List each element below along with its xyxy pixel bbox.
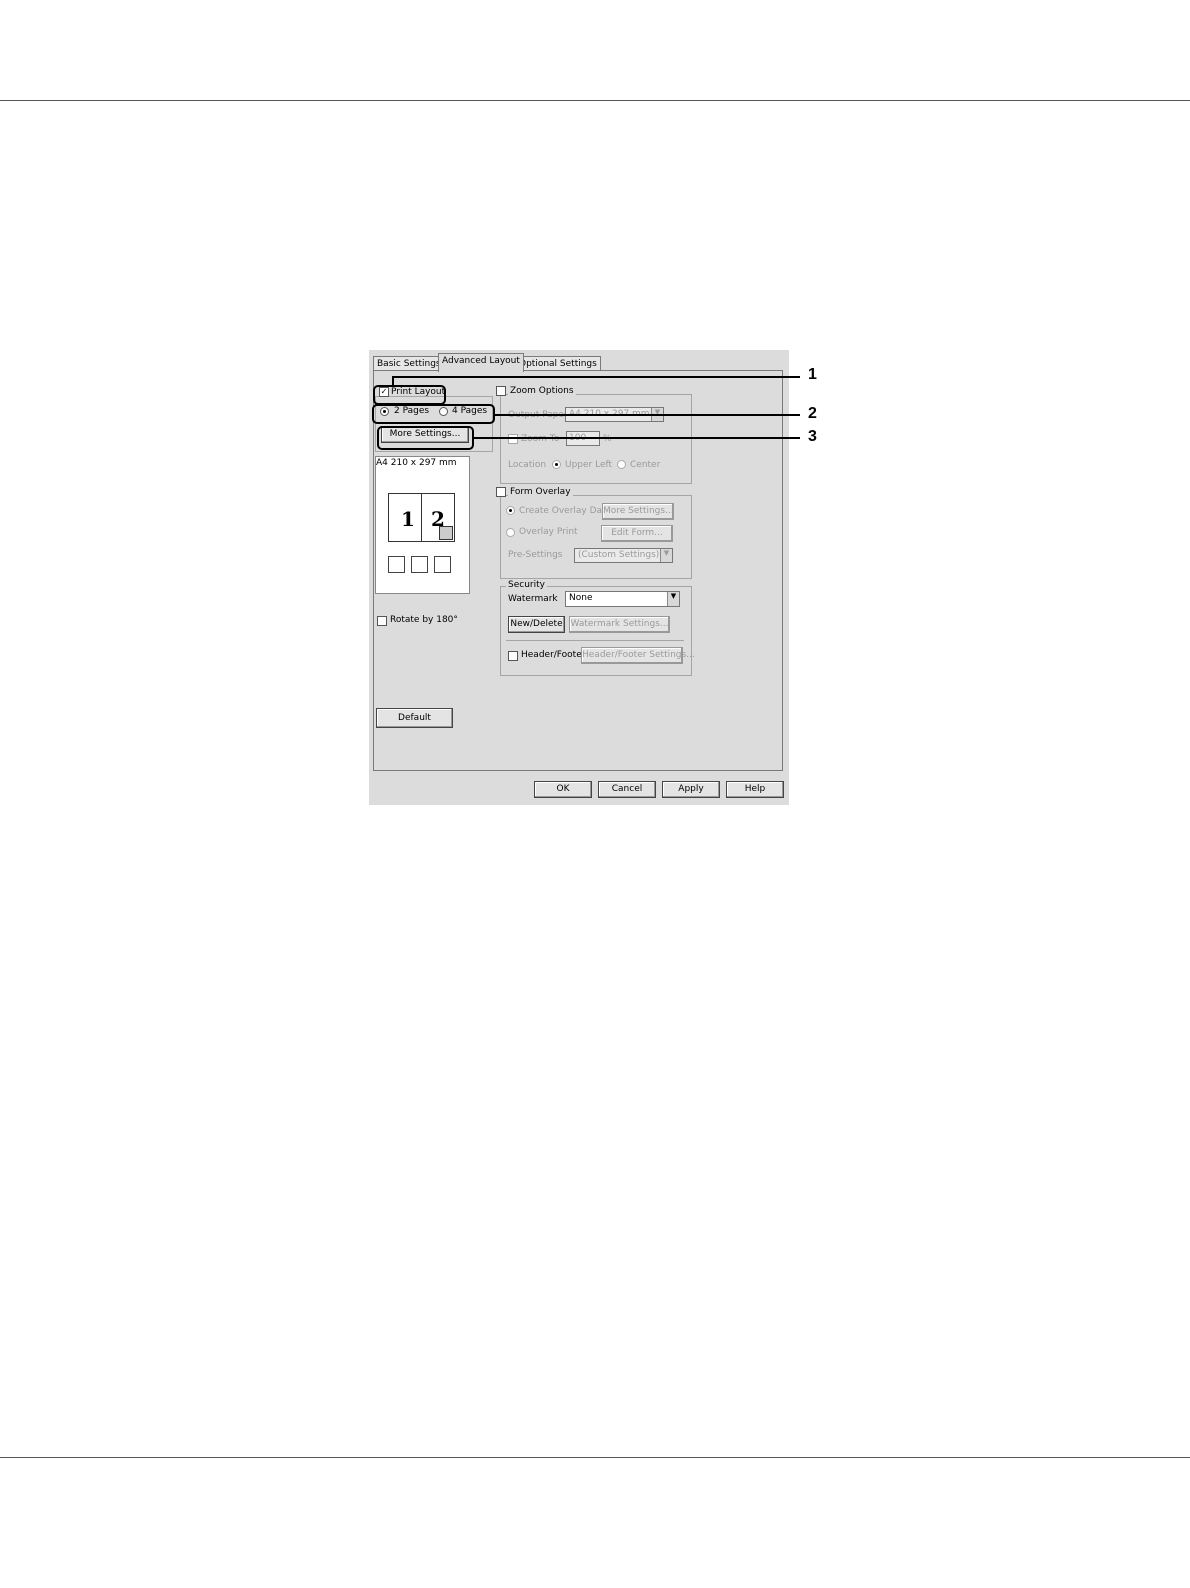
upper-left-label: Upper Left [565, 460, 613, 470]
header-footer-label: Header/Footer [521, 650, 586, 660]
preview-divider [421, 494, 422, 541]
callout-number-2: 2 [808, 405, 817, 422]
header-footer-settings-button[interactable]: Header/Footer Settings... [581, 647, 695, 664]
center-label: Center [630, 460, 661, 470]
create-overlay-label: Create Overlay Data [519, 506, 612, 516]
zoom-options-label: Zoom Options [508, 386, 576, 396]
header-footer-checkbox[interactable] [508, 651, 518, 661]
zoom-unit: % [603, 434, 612, 444]
callout-line-2 [493, 414, 800, 416]
callout-line-3 [472, 437, 800, 439]
page-order-icon-1 [388, 556, 405, 573]
preview-sheet: 1 2 [388, 493, 455, 542]
upper-left-radio[interactable] [552, 460, 561, 469]
page-order-icon-3 [434, 556, 451, 573]
pre-settings-label: Pre-Settings [508, 550, 563, 560]
overlay-print-radio[interactable] [506, 528, 515, 537]
callout-number-3: 3 [808, 428, 817, 445]
create-overlay-radio[interactable] [506, 506, 515, 515]
tab-optional-settings[interactable]: Optional Settings [515, 356, 601, 371]
ok-button[interactable]: OK [534, 781, 592, 798]
pre-settings-value: (Custom Settings) [578, 550, 660, 560]
edit-form-button[interactable]: Edit Form... [601, 525, 673, 542]
bottom-rule [0, 1457, 1190, 1458]
security-divider [506, 640, 684, 641]
rotate-180-label: Rotate by 180° [390, 615, 458, 625]
chevron-down-icon: ▼ [660, 549, 672, 562]
overlay-print-label: Overlay Print [519, 527, 578, 537]
watermark-label: Watermark [508, 594, 558, 604]
chevron-down-icon: ▼ [667, 592, 679, 606]
center-radio[interactable] [617, 460, 626, 469]
callout-number-1: 1 [808, 366, 817, 383]
preview-page-1: 1 [401, 507, 415, 531]
top-rule [0, 100, 1190, 101]
watermark-settings-button[interactable]: Watermark Settings... [569, 616, 670, 633]
zoom-options-checkbox[interactable] [496, 386, 506, 396]
form-overlay-label: Form Overlay [508, 487, 573, 497]
callout-box-more-settings [377, 426, 474, 450]
zoom-to-checkbox[interactable] [508, 434, 518, 444]
rotate-180-checkbox[interactable] [377, 616, 387, 626]
tab-basic-settings[interactable]: Basic Settings [373, 356, 445, 371]
pre-settings-select[interactable]: (Custom Settings) ▼ [574, 548, 673, 563]
apply-button[interactable]: Apply [662, 781, 720, 798]
location-label: Location [508, 460, 547, 470]
zoom-to-label: Zoom To [521, 434, 560, 444]
callout-box-print-layout [373, 385, 446, 405]
callout-line-1-drop [392, 376, 394, 386]
callout-box-pages [372, 404, 495, 424]
watermark-value: None [569, 593, 593, 603]
page-order-icon-2 [411, 556, 428, 573]
watermark-select[interactable]: None ▼ [565, 591, 680, 607]
tab-advanced-layout[interactable]: Advanced Layout [438, 353, 524, 372]
default-button[interactable]: Default [376, 708, 453, 728]
cancel-button[interactable]: Cancel [598, 781, 656, 798]
overlay-more-settings-button[interactable]: More Settings... [602, 503, 674, 520]
form-overlay-checkbox[interactable] [496, 487, 506, 497]
page-corner-icon [439, 526, 453, 540]
new-delete-button[interactable]: New/Delete [508, 616, 565, 633]
help-button[interactable]: Help [726, 781, 784, 798]
security-label: Security [506, 580, 547, 590]
preview-paper-label: A4 210 x 297 mm [376, 458, 457, 468]
callout-line-1 [392, 376, 800, 378]
